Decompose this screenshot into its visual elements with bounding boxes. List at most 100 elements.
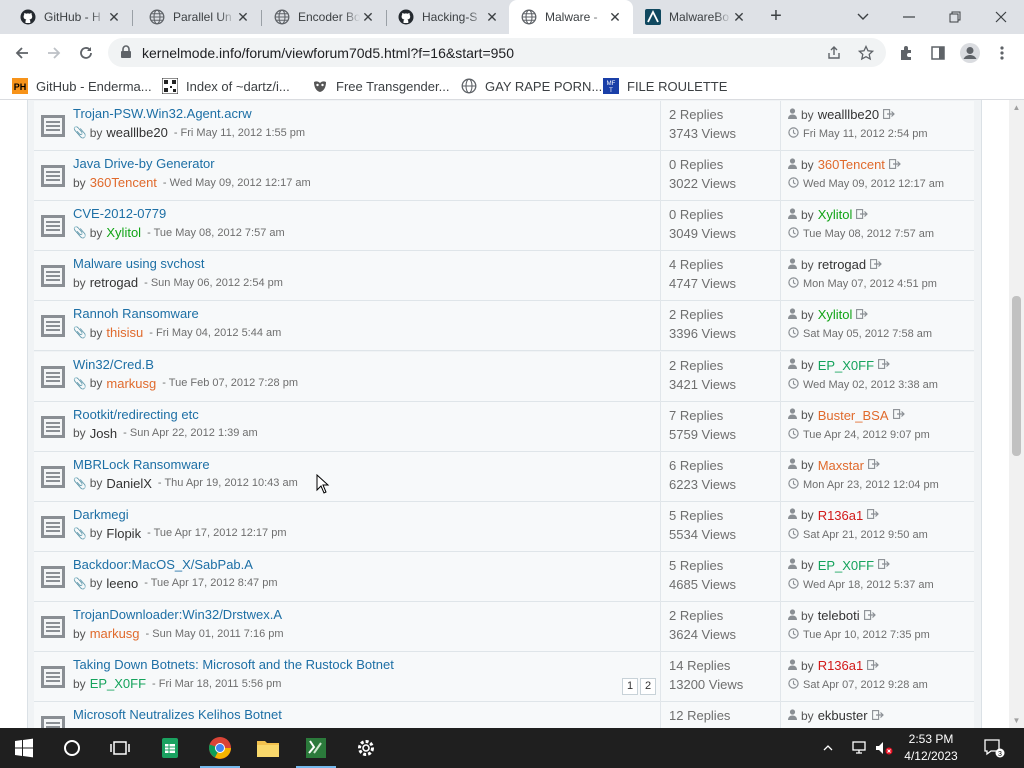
topic-author[interactable]: wealllbe20 xyxy=(106,125,167,140)
chrome-icon[interactable] xyxy=(196,728,244,768)
topic-author[interactable]: Xylitol xyxy=(106,225,141,240)
bookmark-item[interactable]: Index of ~dartz/i... xyxy=(162,77,290,95)
page-link[interactable]: 1 xyxy=(622,678,638,696)
last-post-user[interactable]: R136a1 xyxy=(818,658,864,673)
bookmark-star-icon[interactable] xyxy=(857,44,875,62)
goto-last-post-icon[interactable] xyxy=(883,108,895,122)
topic-title-link[interactable]: Microsoft Neutralizes Kelihos Botnet xyxy=(73,707,282,722)
last-post-user[interactable]: teleboti xyxy=(818,608,860,623)
network-icon[interactable] xyxy=(850,728,870,768)
topic-author[interactable]: Flopik xyxy=(106,526,141,541)
last-post-user[interactable]: retrogad xyxy=(818,257,866,272)
page-link[interactable]: 2 xyxy=(640,678,656,696)
goto-last-post-icon[interactable] xyxy=(892,408,905,422)
last-post-user[interactable]: Maxstar xyxy=(818,458,864,473)
close-tab-icon[interactable]: ✕ xyxy=(484,9,500,25)
browser-tab[interactable]: Parallel Un ✕ xyxy=(137,0,261,34)
task-view-icon[interactable] xyxy=(96,728,144,768)
reload-icon[interactable] xyxy=(72,40,100,66)
close-tab-icon[interactable]: ✕ xyxy=(235,9,251,25)
topic-author[interactable]: leeno xyxy=(106,576,138,591)
new-tab-icon[interactable]: + xyxy=(764,5,788,29)
goto-last-post-icon[interactable] xyxy=(863,609,876,623)
settings-icon[interactable] xyxy=(342,728,390,768)
close-window-icon[interactable] xyxy=(978,0,1024,34)
last-post-user[interactable]: EP_X0FF xyxy=(818,358,874,373)
side-panel-icon[interactable] xyxy=(924,40,952,66)
topic-title-link[interactable]: MBRLock Ransomware xyxy=(73,457,210,472)
tray-chevron-icon[interactable] xyxy=(820,728,836,768)
topic-author[interactable]: markusg xyxy=(90,626,140,641)
bookmark-item[interactable]: Free Transgender... xyxy=(312,77,449,95)
browser-tab[interactable]: Hacking-S ✕ xyxy=(386,0,510,34)
topic-title-link[interactable]: Rootkit/redirecting etc xyxy=(73,407,199,422)
browser-tab[interactable]: MalwareBo ✕ xyxy=(633,0,757,34)
scroll-down-icon[interactable]: ▼ xyxy=(1012,716,1021,725)
goto-last-post-icon[interactable] xyxy=(856,308,869,322)
goto-last-post-icon[interactable] xyxy=(867,508,880,522)
profile-avatar-icon[interactable] xyxy=(956,40,984,66)
bookmark-item[interactable]: GAY RAPE PORN... xyxy=(461,77,602,95)
bookmark-item[interactable]: MF T FILE ROULETTE xyxy=(603,77,727,95)
lock-icon[interactable] xyxy=(120,45,132,62)
scroll-up-icon[interactable]: ▲ xyxy=(1012,103,1021,112)
browser-tab[interactable]: Encoder Bo ✕ xyxy=(262,0,386,34)
goto-last-post-icon[interactable] xyxy=(867,659,880,673)
topic-title-link[interactable]: CVE-2012-0779 xyxy=(73,206,166,221)
taskbar-clock[interactable]: 2:53 PM 4/12/2023 xyxy=(896,731,966,765)
goto-last-post-icon[interactable] xyxy=(878,358,890,372)
close-tab-icon[interactable]: ✕ xyxy=(731,9,747,25)
topic-author[interactable]: DanielX xyxy=(106,476,152,491)
browser-tab[interactable]: Malware - ✕ xyxy=(509,0,633,34)
start-icon[interactable] xyxy=(0,728,48,768)
url-text[interactable]: kernelmode.info/forum/viewforum70d5.html… xyxy=(142,45,514,61)
action-center-icon[interactable]: 3 xyxy=(980,728,1008,768)
last-post-user[interactable]: Xylitol xyxy=(818,307,853,322)
last-post-user[interactable]: EP_X0FF xyxy=(818,558,874,573)
last-post-user[interactable]: wealllbe20 xyxy=(818,107,879,122)
topic-title-link[interactable]: Backdoor:MacOS_X/SabPab.A xyxy=(73,557,253,572)
cortana-icon[interactable] xyxy=(48,728,96,768)
topic-author[interactable]: 360Tencent xyxy=(90,175,157,190)
topic-title-link[interactable]: Darkmegi xyxy=(73,507,129,522)
topic-title-link[interactable]: Taking Down Botnets: Microsoft and the R… xyxy=(73,657,394,672)
topic-author[interactable]: thisisu xyxy=(106,325,143,340)
close-tab-icon[interactable]: ✕ xyxy=(607,9,623,25)
restore-icon[interactable] xyxy=(932,0,978,34)
close-tab-icon[interactable]: ✕ xyxy=(106,9,122,25)
topic-author[interactable]: markusg xyxy=(106,376,156,391)
share-icon[interactable] xyxy=(825,44,843,62)
topic-title-link[interactable]: Win32/Cred.B xyxy=(73,357,154,372)
sheets-icon[interactable] xyxy=(146,728,194,768)
topic-title-link[interactable]: Trojan-PSW.Win32.Agent.acrw xyxy=(73,106,252,121)
last-post-user[interactable]: Buster_BSA xyxy=(818,408,889,423)
forward-icon[interactable] xyxy=(40,40,68,66)
address-bar[interactable]: kernelmode.info/forum/viewforum70d5.html… xyxy=(108,38,886,67)
minimize-icon[interactable] xyxy=(886,0,932,34)
excel-icon[interactable] xyxy=(292,728,340,768)
scrollbar-thumb[interactable] xyxy=(1012,296,1021,456)
last-post-user[interactable]: R136a1 xyxy=(818,508,864,523)
goto-last-post-icon[interactable] xyxy=(878,558,890,572)
goto-last-post-icon[interactable] xyxy=(888,158,901,172)
topic-author[interactable]: retrogad xyxy=(90,275,138,290)
topic-title-link[interactable]: Rannoh Ransomware xyxy=(73,306,199,321)
topic-author[interactable]: EP_X0FF xyxy=(90,676,146,691)
goto-last-post-icon[interactable] xyxy=(871,709,884,723)
browser-tab[interactable]: GitHub - H ✕ xyxy=(8,0,132,34)
extensions-icon[interactable] xyxy=(892,40,920,66)
page-scrollbar[interactable]: ▲ ▼ xyxy=(1009,100,1024,728)
tab-search-icon[interactable] xyxy=(840,0,886,34)
close-tab-icon[interactable]: ✕ xyxy=(360,9,376,25)
goto-last-post-icon[interactable] xyxy=(870,258,882,272)
topic-author[interactable]: Josh xyxy=(90,426,117,441)
last-post-user[interactable]: Xylitol xyxy=(818,207,853,222)
topic-title-link[interactable]: TrojanDownloader:Win32/Drstwex.A xyxy=(73,607,282,622)
browser-menu-icon[interactable] xyxy=(988,40,1016,66)
topic-title-link[interactable]: Malware using svchost xyxy=(73,256,205,271)
back-icon[interactable] xyxy=(8,40,36,66)
bookmark-item[interactable]: PH GitHub - Enderma... xyxy=(12,77,152,95)
last-post-user[interactable]: ekbuster xyxy=(818,708,868,723)
goto-last-post-icon[interactable] xyxy=(856,208,869,222)
last-post-user[interactable]: 360Tencent xyxy=(818,157,885,172)
